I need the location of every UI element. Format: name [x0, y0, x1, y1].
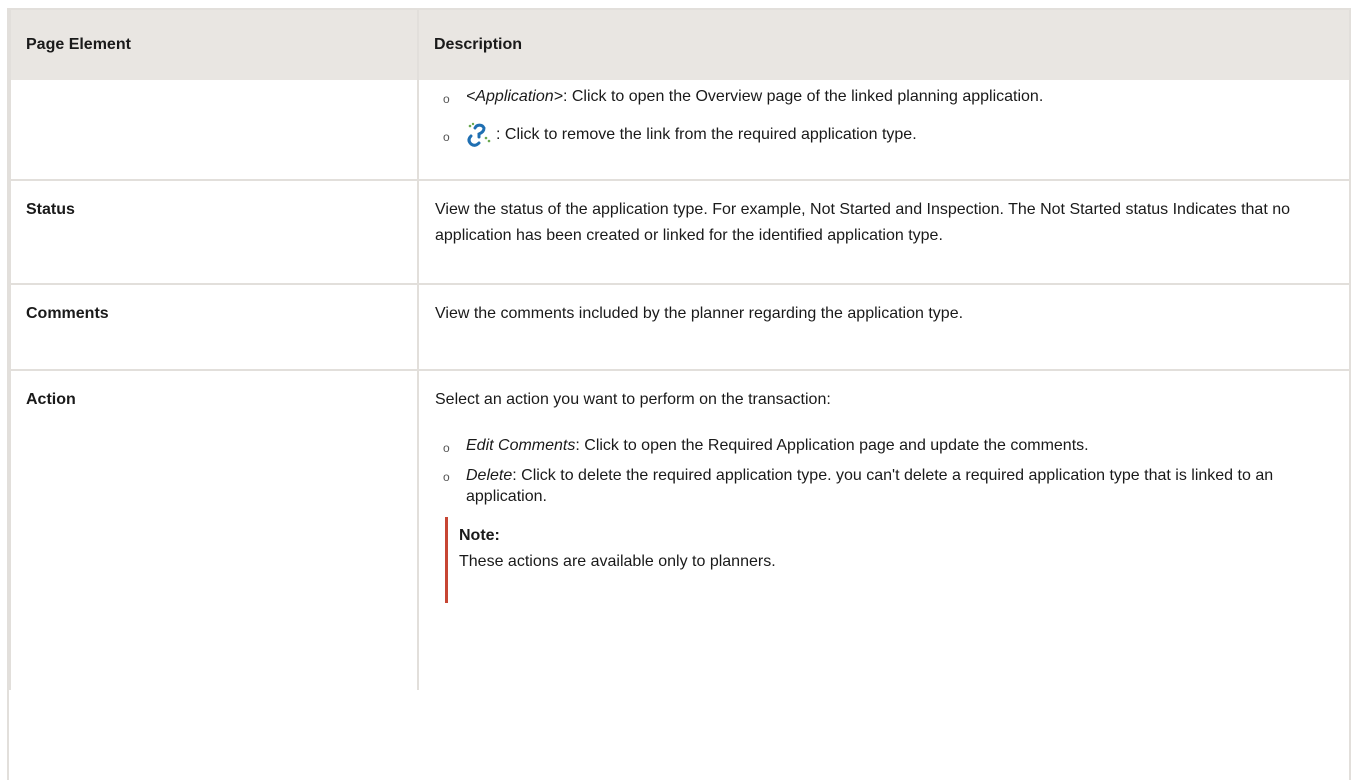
action-intro: Select an action you want to perform on …	[435, 391, 831, 408]
bullet-icon: o	[443, 441, 450, 455]
row-description-status: View the status of the application type.…	[417, 180, 1351, 285]
table-row: Comments View the comments included by t…	[9, 284, 1351, 371]
row-element-status: Status	[9, 180, 419, 285]
list-item: o Delete: Click to delete the required a…	[435, 465, 1335, 507]
header-description: Description	[417, 10, 1351, 80]
row-element-empty	[9, 80, 419, 181]
table-row: Status View the status of the applicatio…	[9, 180, 1351, 285]
bullet-icon: o	[443, 470, 450, 484]
table-row: Action Select an action you want to perf…	[9, 370, 1351, 690]
delete-text: : Click to delete the required applicati…	[466, 467, 1274, 505]
table-header-row: Page Element Description	[9, 10, 1351, 80]
list-item: o Edit Comments: Click to open the Requi…	[435, 433, 1335, 459]
header-page-element: Page Element	[9, 10, 419, 80]
delete-term: Delete	[466, 467, 513, 484]
row-element-comments: Comments	[9, 284, 419, 371]
note-text: These actions are available only to plan…	[459, 553, 776, 570]
note-box: Note: These actions are available only t…	[445, 517, 1335, 603]
unlink-text: : Click to remove the link from the requ…	[496, 126, 917, 143]
edit-comments-text: : Click to open the Required Application…	[575, 437, 1089, 454]
row-description-action: Select an action you want to perform on …	[417, 370, 1351, 690]
application-text: : Click to open the Overview page of the…	[562, 88, 1044, 105]
page-element-table: Page Element Description o <Application>…	[9, 10, 1351, 690]
row-element-action: Action	[9, 370, 419, 690]
note-title: Note:	[459, 527, 500, 544]
edit-comments-term: Edit Comments	[466, 437, 576, 454]
row-description: o <Application>: Click to open the Overv…	[417, 80, 1351, 181]
bullet-icon: o	[443, 92, 450, 106]
application-term: <Application>	[466, 88, 563, 105]
row-description-comments: View the comments included by the planne…	[417, 284, 1351, 371]
table-row: o <Application>: Click to open the Overv…	[9, 80, 1351, 181]
action-list: o Edit Comments: Click to open the Requi…	[435, 433, 1335, 507]
link-actions-list: o <Application>: Click to open the Overv…	[435, 84, 1335, 148]
unlink-icon[interactable]	[466, 122, 494, 148]
list-item: o <Application>: Click to open the Overv…	[435, 84, 1335, 110]
document-table-frame: Page Element Description o <Application>…	[7, 8, 1351, 780]
bullet-icon: o	[443, 130, 450, 144]
list-item: o : Click to remove the link from the re…	[435, 122, 1335, 148]
